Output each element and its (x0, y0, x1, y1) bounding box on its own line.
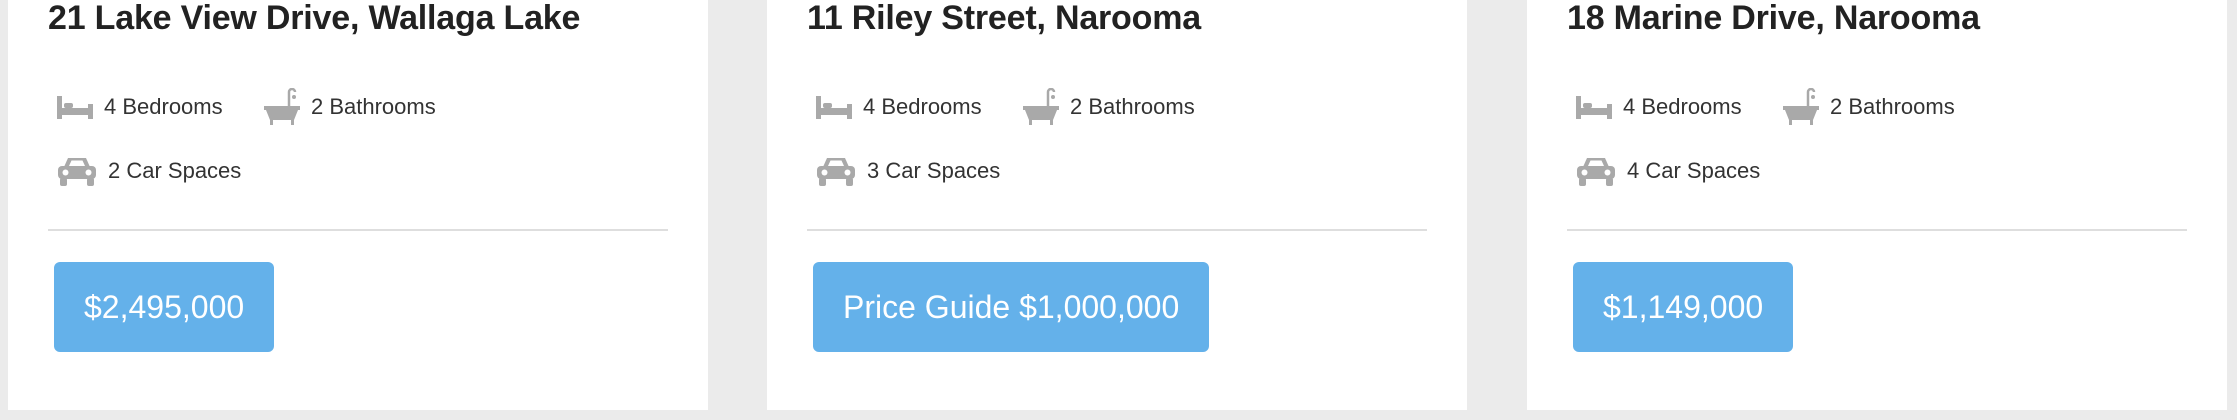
listing-card[interactable]: 18 Marine Drive, Narooma 4 Bedrooms 2 Ba… (1527, 0, 2227, 410)
bed-icon (1575, 94, 1613, 120)
listing-address[interactable]: 11 Riley Street, Narooma (807, 0, 1201, 40)
price-button[interactable]: $2,495,000 (54, 262, 275, 352)
price-button[interactable]: Price Guide $1,000,000 (813, 262, 1210, 352)
divider (807, 229, 1427, 231)
bathrooms-feature: 2 Bathrooms (1782, 87, 1955, 127)
bed-icon (815, 94, 853, 120)
bathtub-icon (263, 88, 301, 126)
car-icon (815, 155, 857, 187)
bedrooms-label: 4 Bedrooms (863, 94, 982, 119)
bed-icon (56, 94, 94, 120)
bathrooms-label: 2 Bathrooms (1070, 94, 1195, 119)
divider (48, 229, 668, 231)
listing-card[interactable]: 21 Lake View Drive, Wallaga Lake 4 Bedro… (8, 0, 708, 410)
bedrooms-feature: 4 Bedrooms (815, 87, 982, 127)
bathrooms-label: 2 Bathrooms (1830, 94, 1955, 119)
bedrooms-label: 4 Bedrooms (1623, 94, 1742, 119)
car-spaces-label: 4 Car Spaces (1627, 158, 1761, 183)
bathrooms-feature: 2 Bathrooms (263, 87, 436, 127)
listings-strip: 21 Lake View Drive, Wallaga Lake 4 Bedro… (0, 0, 2237, 420)
bathrooms-label: 2 Bathrooms (311, 94, 436, 119)
car-spaces-feature: 3 Car Spaces (815, 151, 1000, 191)
bedrooms-feature: 4 Bedrooms (56, 87, 223, 127)
bathtub-icon (1782, 88, 1820, 126)
bedrooms-label: 4 Bedrooms (104, 94, 223, 119)
listing-address[interactable]: 18 Marine Drive, Narooma (1567, 0, 1980, 40)
bathrooms-feature: 2 Bathrooms (1022, 87, 1195, 127)
price-button[interactable]: $1,149,000 (1573, 262, 1794, 352)
car-icon (1575, 155, 1617, 187)
listing-address[interactable]: 21 Lake View Drive, Wallaga Lake (48, 0, 580, 40)
divider (1567, 229, 2187, 231)
car-spaces-label: 3 Car Spaces (867, 158, 1001, 183)
car-spaces-feature: 4 Car Spaces (1575, 151, 1760, 191)
car-spaces-label: 2 Car Spaces (108, 158, 242, 183)
car-icon (56, 155, 98, 187)
bedrooms-feature: 4 Bedrooms (1575, 87, 1742, 127)
bathtub-icon (1022, 88, 1060, 126)
car-spaces-feature: 2 Car Spaces (56, 151, 241, 191)
listing-card[interactable]: 11 Riley Street, Narooma 4 Bedrooms 2 Ba… (767, 0, 1467, 410)
